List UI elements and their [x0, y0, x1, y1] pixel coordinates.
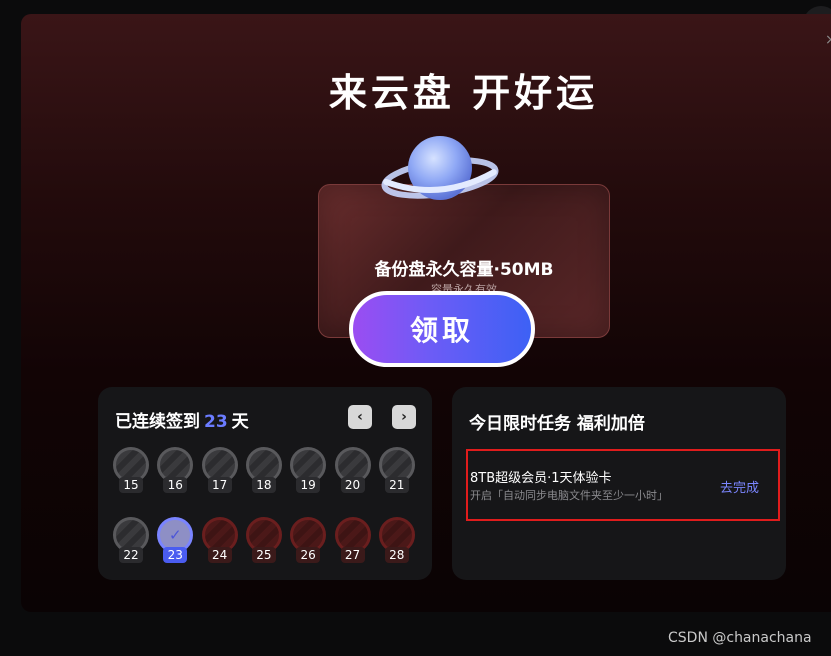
tasks-panel: 今日限时任务 福利加倍 8TB超级会员·1天体验卡 开启「自动同步电脑文件夹至少… — [452, 387, 786, 580]
checkin-day-number: 22 — [119, 547, 143, 563]
checkin-day-number: 17 — [207, 477, 232, 493]
checkin-day-23: ✓ 23 — [157, 517, 194, 569]
checkin-day-27: 27 — [334, 517, 371, 569]
checkin-day-number: 18 — [251, 477, 276, 493]
planet-icon — [381, 136, 499, 200]
prize-name: 备份盘永久容量·50MB — [374, 260, 554, 280]
next-week-button[interactable]: › — [392, 405, 416, 429]
checkin-day-22: 22 — [113, 517, 149, 569]
checkin-day-number: 23 — [163, 547, 188, 563]
checkin-panel: 已连续签到 23 天 ‹ › 15 16 17 18 19 20 21 22 ✓ 23 24 25 26 27… — [98, 387, 432, 580]
checkin-day-number: 26 — [296, 547, 321, 563]
checkin-days: 23 — [204, 412, 228, 432]
checkin-day-number: 15 — [119, 477, 143, 493]
checkin-day-24: 24 — [201, 517, 238, 569]
lucky-modal: 来云盘 开好运 备份盘永久容量·50MB 容量永久有效 领取 已连续签到 23 天 … — [21, 14, 831, 612]
claim-button[interactable]: 领取 — [349, 291, 535, 367]
checkin-prefix: 已连续签到 — [115, 412, 200, 432]
checkin-day-28: 28 — [378, 517, 415, 569]
checkin-day-number: 25 — [251, 547, 276, 563]
task-name: 8TB超级会员·1天体验卡 — [470, 471, 612, 486]
checkin-day-number: 19 — [296, 477, 321, 493]
chevron-left-icon: ‹ — [357, 409, 363, 425]
task-item: 8TB超级会员·1天体验卡 开启「自动同步电脑文件夹至少一小时」 去完成 — [466, 449, 780, 521]
checkin-day-15: 15 — [113, 447, 149, 499]
prev-week-button[interactable]: ‹ — [348, 405, 372, 429]
task-complete-link[interactable]: 去完成 — [720, 477, 759, 496]
task-desc: 开启「自动同步电脑文件夹至少一小时」 — [470, 489, 668, 502]
checkin-day-18: 18 — [245, 447, 282, 499]
checkin-day-26: 26 — [290, 517, 327, 569]
checkin-day-25: 25 — [245, 517, 282, 569]
checkin-day-number: 28 — [384, 547, 409, 563]
watermark: CSDN @chanachana — [668, 630, 812, 646]
checkin-day-number: 16 — [163, 477, 188, 493]
page-title: 来云盘 开好运 — [328, 71, 599, 115]
tasks-title: 今日限时任务 福利加倍 — [469, 414, 645, 434]
checkin-day-number: 21 — [384, 477, 409, 493]
checkin-day-19: 19 — [290, 447, 327, 499]
checkin-day-16: 16 — [157, 447, 194, 499]
checkin-day-number: 20 — [340, 477, 365, 493]
checkin-suffix: 天 — [231, 412, 249, 432]
checkin-day-number: 27 — [340, 547, 365, 563]
checkin-day-20: 20 — [334, 447, 371, 499]
checkin-day-17: 17 — [201, 447, 238, 499]
checkin-day-21: 21 — [378, 447, 415, 499]
checkin-title: 已连续签到 23 天 — [115, 407, 249, 432]
checkin-day-number: 24 — [207, 547, 232, 563]
close-icon[interactable]: × — [825, 32, 831, 48]
chevron-right-icon: › — [401, 409, 407, 425]
